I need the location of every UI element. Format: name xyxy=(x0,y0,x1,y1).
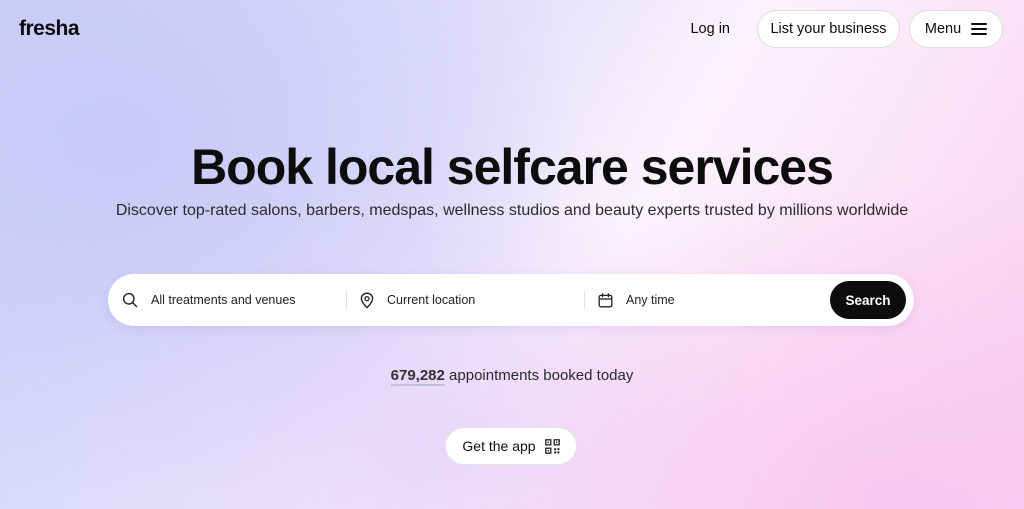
hamburger-icon xyxy=(971,23,988,35)
search-button[interactable]: Search xyxy=(830,281,906,319)
top-nav: Log in List your business Menu xyxy=(690,10,1003,48)
appointments-stat: 679,282 appointments booked today xyxy=(0,367,1024,386)
appointments-count: 679,282 xyxy=(390,367,445,386)
list-business-label: List your business xyxy=(770,21,887,37)
menu-button[interactable]: Menu xyxy=(909,10,1003,48)
get-app-button[interactable]: Get the app xyxy=(445,427,577,465)
logo[interactable]: fresha xyxy=(19,17,80,41)
treatments-field[interactable]: All treatments and venues xyxy=(108,274,346,326)
time-placeholder: Any time xyxy=(626,293,675,307)
qr-code-icon xyxy=(544,438,560,454)
location-placeholder: Current location xyxy=(387,293,476,307)
location-pin-icon xyxy=(360,291,374,309)
search-bar: All treatments and venues Current locati… xyxy=(108,274,914,326)
search-icon xyxy=(122,292,138,308)
calendar-icon xyxy=(598,292,613,307)
time-field[interactable]: Any time xyxy=(584,274,830,326)
treatments-placeholder: All treatments and venues xyxy=(151,293,296,307)
location-field[interactable]: Current location xyxy=(346,274,584,326)
login-link[interactable]: Log in xyxy=(690,21,730,37)
appointments-suffix: appointments booked today xyxy=(444,367,634,384)
get-app-label: Get the app xyxy=(462,438,536,454)
menu-label: Menu xyxy=(924,21,962,37)
page-subtitle: Discover top-rated salons, barbers, meds… xyxy=(115,202,909,219)
list-business-button[interactable]: List your business xyxy=(757,10,900,48)
page-title: Book local selfcare services xyxy=(191,139,834,195)
